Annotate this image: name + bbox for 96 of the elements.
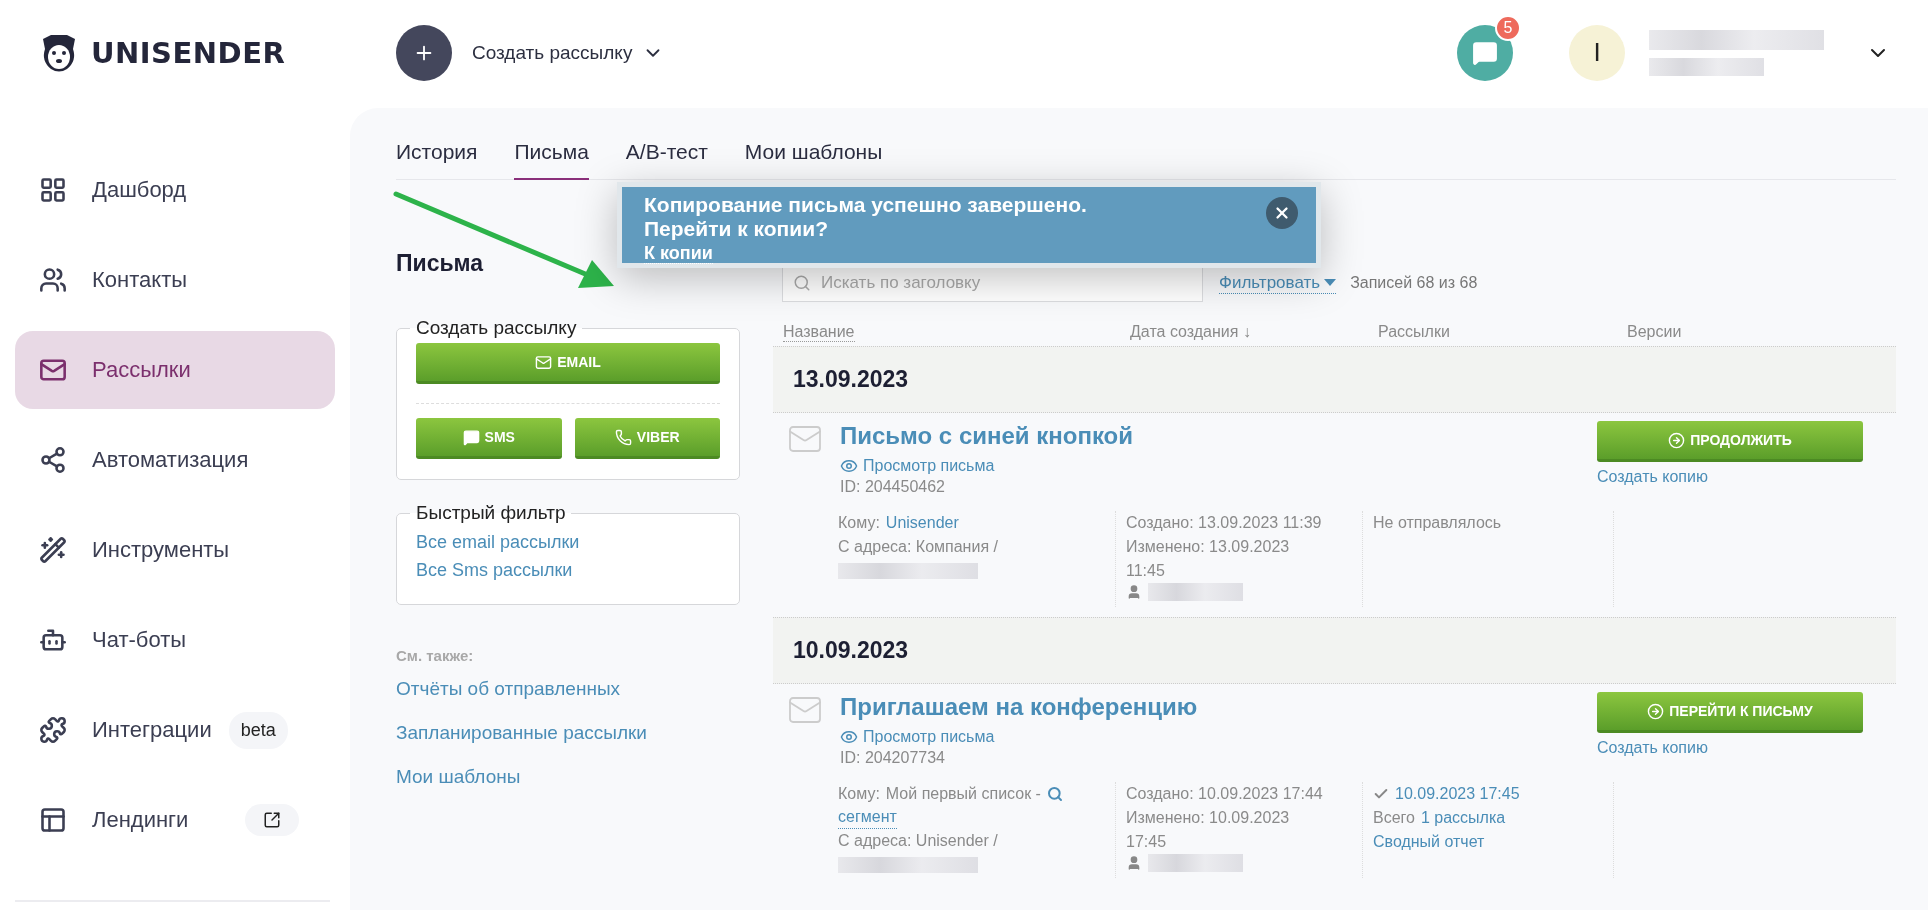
preview-link[interactable]: Просмотр письма <box>840 457 1134 475</box>
envelope-icon <box>39 356 67 384</box>
sidebar-label: Инструменты <box>92 537 230 563</box>
speech-bubble-icon <box>462 428 480 446</box>
filter-dropdown[interactable]: Фильтровать <box>1219 272 1337 294</box>
recipient-link[interactable]: Unisender <box>885 511 959 535</box>
column-header[interactable]: Дата создания ↓ <box>1120 323 1251 341</box>
arrow-circle-icon <box>1668 431 1686 449</box>
sidebar-item[interactable]: Чат-боты <box>15 601 335 679</box>
summary-report-link[interactable]: Сводный отчет <box>1373 830 1613 854</box>
column-header: Версии <box>1626 323 1682 341</box>
tab[interactable]: Письма <box>514 140 589 180</box>
search-icon[interactable] <box>1046 786 1063 802</box>
user-icon <box>1126 855 1142 871</box>
panel-legend: Быстрый фильтр <box>410 502 572 524</box>
sidebar-label: Интеграции <box>92 717 212 743</box>
tab[interactable]: История <box>396 140 478 180</box>
layout-icon <box>39 806 67 834</box>
notification-badge: 5 <box>1495 14 1521 41</box>
sidebar-item[interactable]: Лендинги <box>15 781 335 859</box>
tab[interactable]: Мои шаблоны <box>744 140 883 180</box>
group-date: 10.09.2023 <box>793 637 909 664</box>
sidebar-item[interactable]: Автоматизация <box>15 421 335 499</box>
section-title: Письма <box>396 250 484 277</box>
sidebar-label: Рассылки <box>92 357 191 383</box>
see-also-link[interactable]: Отчёты об отправленных <box>396 678 740 700</box>
see-also-link[interactable]: Запланированные рассылки <box>396 722 740 744</box>
chat-icon <box>1472 39 1498 66</box>
letter-id: ID: 204207734 <box>840 748 946 768</box>
sidebar-item[interactable]: Интеграции beta <box>15 691 335 769</box>
nodes-icon <box>39 446 67 474</box>
sidebar-label: Автоматизация <box>92 447 249 473</box>
column-header[interactable]: Название <box>783 322 855 342</box>
panel-legend: Создать рассылку <box>410 317 583 339</box>
records-count: Записей 68 из 68 <box>1350 274 1478 292</box>
recipient-label: Кому: <box>838 513 880 533</box>
letter-title-link[interactable]: Приглашаем на конференцию <box>840 692 1198 722</box>
sidebar-label: Чат-боты <box>92 627 187 653</box>
users-icon <box>39 266 67 294</box>
sidebar-item[interactable]: Дашборд <box>15 151 335 229</box>
sent-date-link[interactable]: 10.09.2023 17:45 <box>1395 782 1520 806</box>
eye-icon <box>840 457 858 475</box>
preview-link[interactable]: Просмотр письма <box>840 728 1198 746</box>
sidebar-item[interactable]: Рассылки <box>15 331 335 409</box>
total-label: Всего <box>1373 808 1415 828</box>
created-date: Создано: 13.09.2023 11:39 <box>1126 513 1323 533</box>
sidebar-item[interactable]: Инструменты <box>15 511 335 589</box>
create-copy-link[interactable]: Создать копию <box>1597 739 1863 757</box>
avatar[interactable]: I <box>1569 24 1625 81</box>
created-date: Создано: 10.09.2023 17:44 <box>1126 784 1324 804</box>
recipient-label: Кому: <box>838 784 880 804</box>
envelope-icon <box>535 353 553 371</box>
sidebar-label: Контакты <box>92 267 188 293</box>
action-button[interactable]: ПЕРЕЙТИ К ПИСЬМУ <box>1597 692 1863 733</box>
sender-text: С адреса: Unisender / <box>838 831 999 851</box>
sidebar-label: Дашборд <box>92 177 187 203</box>
letter-title-link[interactable]: Письмо с синей кнопкой <box>840 421 1134 451</box>
create-mailing-dropdown[interactable]: Создать рассылку <box>472 41 665 64</box>
phone-icon <box>614 428 632 446</box>
group-date: 13.09.2023 <box>793 366 909 393</box>
search-icon <box>793 274 811 292</box>
filter-link[interactable]: Все Sms рассылки <box>416 556 720 584</box>
column-header: Рассылки <box>1377 323 1450 341</box>
logo-text: UNISENDER <box>91 35 286 70</box>
sender-text: С адреса: Компания / <box>838 537 999 557</box>
filter-link[interactable]: Все email рассылки <box>416 528 720 556</box>
arrow-circle-icon <box>1647 702 1665 720</box>
action-button[interactable]: ПРОДОЛЖИТЬ <box>1597 421 1863 462</box>
segment-link[interactable]: сегмент <box>838 806 897 829</box>
channel-button[interactable]: VIBER <box>574 418 720 459</box>
user-icon <box>1126 584 1142 600</box>
see-also-title: См. также: <box>396 647 475 664</box>
beta-badge: beta <box>228 711 288 749</box>
close-icon <box>1273 204 1291 222</box>
robot-icon <box>39 626 67 654</box>
mailings-count-link[interactable]: 1 рассылка <box>1420 806 1506 830</box>
status-text: Не отправлялось <box>1373 513 1503 533</box>
email-button[interactable]: EMAIL <box>416 343 720 384</box>
close-button[interactable] <box>1266 197 1298 229</box>
puzzle-icon <box>39 716 67 744</box>
see-also-link[interactable]: Мои шаблоны <box>396 766 740 788</box>
magic-wand-icon <box>39 536 67 564</box>
grid-icon <box>39 176 67 204</box>
channel-button[interactable]: SMS <box>416 418 562 459</box>
recipient-text: Мой первый список - <box>885 784 1041 804</box>
sidebar-label: Лендинги <box>92 807 189 833</box>
modified-date: Изменено: 13.09.2023 11:45 <box>1126 537 1291 581</box>
tab[interactable]: A/B-тест <box>625 140 708 180</box>
letter-id: ID: 204450462 <box>840 477 946 497</box>
sidebar-item[interactable]: Контакты <box>15 241 335 319</box>
eye-icon <box>840 728 858 746</box>
create-copy-link[interactable]: Создать копию <box>1597 468 1863 486</box>
external-link-icon[interactable] <box>263 811 282 829</box>
modified-date: Изменено: 10.09.2023 17:45 <box>1126 808 1291 852</box>
popup-message: Копирование письма успешно завершено. Перейти к копии? <box>644 193 1088 241</box>
go-to-copy-link[interactable]: К копии <box>644 243 713 264</box>
